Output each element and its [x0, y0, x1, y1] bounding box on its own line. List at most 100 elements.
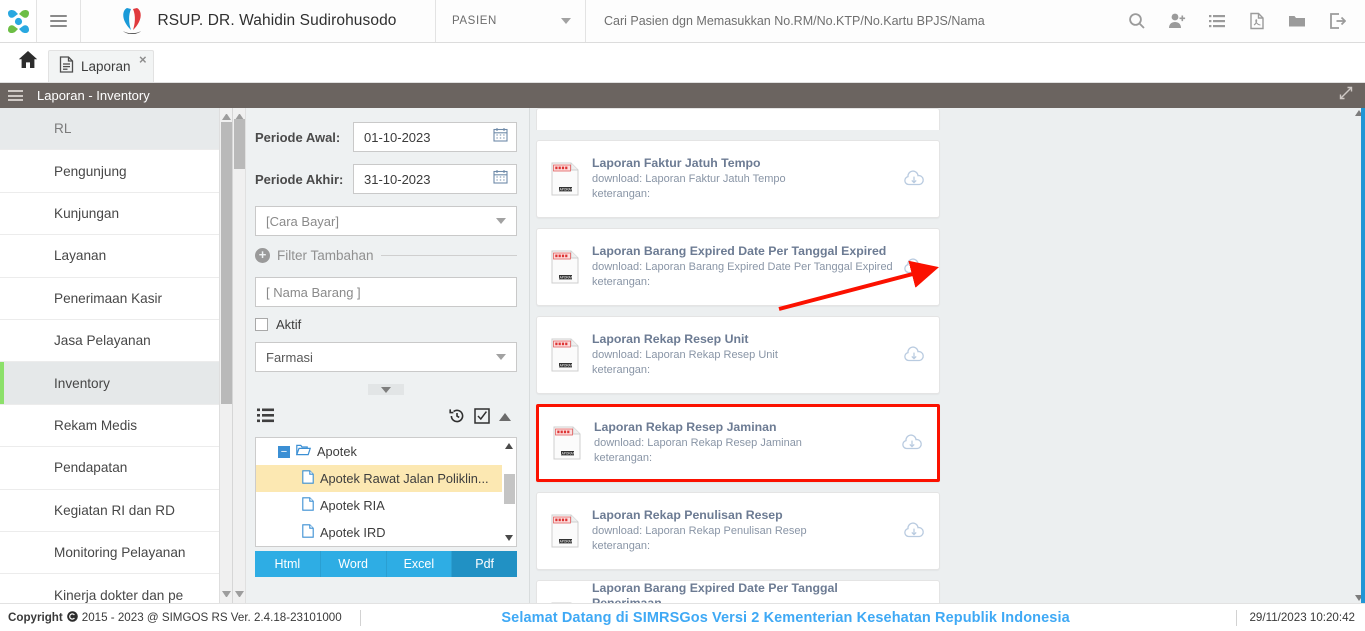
scroll-up-icon[interactable]: [505, 443, 513, 449]
report-title: Laporan Rekap Penulisan Resep: [592, 508, 783, 522]
export-word-button[interactable]: Word: [320, 551, 387, 577]
scroll-up-icon[interactable]: [222, 111, 231, 120]
periode-akhir-input[interactable]: 31-10-2023: [353, 164, 517, 194]
document-icon: [59, 55, 74, 78]
report-document-icon: LAPORAN: [551, 338, 579, 372]
report-card-laporan-rekap-resep-unit[interactable]: LAPORAN Laporan Rekap Resep Unit downloa…: [536, 316, 940, 394]
report-card-partial[interactable]: [536, 108, 940, 130]
sidebar-item-jasa-pelayanan[interactable]: Jasa Pelayanan: [0, 319, 232, 363]
cloud-download-icon[interactable]: [899, 433, 925, 453]
app-logo[interactable]: [0, 0, 37, 42]
report-card-laporan-rekap-resep-jaminan[interactable]: LAPORAN Laporan Rekap Resep Jaminan down…: [536, 404, 940, 482]
report-document-icon: LAPORAN: [553, 426, 581, 460]
patient-type-selector[interactable]: PASIEN: [436, 0, 586, 42]
sidebar-item-pendapatan[interactable]: Pendapatan: [0, 447, 232, 490]
expand-icon[interactable]: [1339, 86, 1353, 105]
filter-scrollbar[interactable]: [233, 108, 246, 603]
folder-icon[interactable]: [1277, 0, 1317, 43]
export-html-button[interactable]: Html: [255, 551, 321, 577]
cloud-download-icon[interactable]: [901, 521, 927, 541]
collapse-node-icon[interactable]: −: [278, 445, 290, 458]
report-keterangan: keterangan:: [594, 452, 653, 464]
patient-type-label: PASIEN: [452, 15, 497, 27]
sidebar-item-kunjungan[interactable]: Kunjungan: [0, 192, 232, 236]
logout-icon[interactable]: [1317, 0, 1357, 43]
report-card-laporan-faktur-jatuh-tempo[interactable]: LAPORAN Laporan Faktur Jatuh Tempo downl…: [536, 140, 940, 218]
tab-laporan[interactable]: Laporan ×: [48, 50, 154, 82]
search-input[interactable]: [604, 14, 1117, 28]
sidebar-item-rl[interactable]: RL: [0, 108, 232, 151]
aktif-checkbox[interactable]: [255, 318, 268, 331]
plus-circle-icon[interactable]: +: [255, 248, 270, 263]
scroll-down-icon[interactable]: [222, 591, 231, 600]
calendar-icon[interactable]: [493, 169, 508, 189]
hamburger-icon: [50, 12, 67, 30]
tree-node-apotek-rawat-jalan[interactable]: Apotek Rawat Jalan Poliklin...: [256, 465, 516, 492]
list-icon[interactable]: [257, 408, 274, 428]
periode-akhir-row: Periode Akhir: 31-10-2023: [255, 164, 517, 194]
sidebar-item-inventory[interactable]: Inventory: [0, 362, 232, 405]
sidebar-item-penerimaan-kasir[interactable]: Penerimaan Kasir: [0, 277, 232, 320]
sidebar-item-label: Layanan: [54, 248, 107, 264]
aktif-label: Aktif: [276, 317, 302, 332]
calendar-icon[interactable]: [493, 127, 508, 147]
tree-node-apotek-ird[interactable]: Apotek IRD: [256, 519, 516, 546]
filter-panel: Periode Awal: 01-10-2023 Periode Akhir: …: [233, 108, 530, 603]
tree-node-apotek-ria[interactable]: Apotek RIA: [256, 492, 516, 519]
check-square-icon[interactable]: [474, 407, 490, 429]
report-card-laporan-barang-expired-date-per-tanggal-expired[interactable]: LAPORAN Laporan Barang Expired Date Per …: [536, 228, 940, 306]
divider: [1236, 609, 1238, 626]
sidebar-item-rekam-medis[interactable]: Rekam Medis: [0, 404, 232, 448]
scrollbar-thumb[interactable]: [234, 119, 245, 169]
svg-text:LAPORAN: LAPORAN: [558, 187, 574, 191]
hospital-name: RSUP. DR. Wahidin Sudirohusodo: [157, 12, 397, 29]
report-download: download: Laporan Rekap Penulisan Resep: [592, 525, 807, 537]
close-icon[interactable]: ×: [139, 53, 147, 66]
copyright-icon: [66, 610, 78, 625]
scrollbar-thumb[interactable]: [221, 122, 232, 404]
caret-up-icon[interactable]: [499, 409, 511, 427]
copyright-text: 2015 - 2023 @ SIMGOS RS Ver. 2.4.18-2310…: [81, 611, 342, 624]
sidebar-item-pengunjung[interactable]: Pengunjung: [0, 150, 232, 193]
report-row-partial-top: [536, 108, 1351, 130]
aktif-checkbox-row[interactable]: Aktif: [255, 317, 517, 332]
pdf-icon[interactable]: [1237, 0, 1277, 43]
report-card-laporan-barang-expired-date-per-tanggal-penerimaan[interactable]: LAPORAN Laporan Barang Expired Date Per …: [536, 580, 940, 603]
periode-akhir-value: 31-10-2023: [364, 171, 431, 187]
report-download: download: Laporan Rekap Resep Unit: [592, 349, 778, 361]
sidebar-scrollbar[interactable]: [219, 108, 232, 603]
periode-awal-input[interactable]: 01-10-2023: [353, 122, 517, 152]
cloud-download-icon[interactable]: [901, 169, 927, 189]
home-tab-button[interactable]: [8, 42, 48, 82]
hamburger-icon[interactable]: [8, 88, 23, 104]
sidebar-item-layanan[interactable]: Layanan: [0, 235, 232, 278]
scroll-down-icon[interactable]: [235, 591, 244, 600]
sidebar-toggle-button[interactable]: [37, 0, 81, 42]
nama-barang-input[interactable]: [ Nama Barang ]: [255, 277, 517, 307]
sidebar-item-monitoring-pelayanan[interactable]: Monitoring Pelayanan: [0, 531, 232, 575]
filter-tambahan-divider[interactable]: + Filter Tambahan: [255, 248, 517, 263]
filter-collapse-button[interactable]: [368, 384, 404, 395]
tree-node-apotek[interactable]: − Apotek: [256, 438, 516, 465]
sidebar-nav: RL Pengunjung Kunjungan Layanan Penerima…: [0, 108, 233, 603]
export-excel-button[interactable]: Excel: [386, 551, 453, 577]
header-actions: [1117, 0, 1365, 42]
unit-select[interactable]: Farmasi: [255, 342, 517, 372]
scrollbar-thumb[interactable]: [504, 474, 515, 504]
report-card-laporan-rekap-penulisan-resep[interactable]: LAPORAN Laporan Rekap Penulisan Resep do…: [536, 492, 940, 570]
history-refresh-icon[interactable]: [449, 408, 465, 429]
scroll-down-icon[interactable]: [505, 535, 513, 541]
search-icon[interactable]: [1117, 0, 1157, 43]
sidebar-item-kinerja-dokter[interactable]: Kinerja dokter dan pe: [0, 574, 232, 603]
tree-scrollbar[interactable]: [502, 438, 516, 546]
unit-tree: − Apotek Apotek Rawat Jalan Poliklin...: [255, 437, 517, 547]
tree-toolbar: [255, 403, 517, 433]
cloud-download-icon[interactable]: [901, 345, 927, 365]
cloud-download-icon[interactable]: [901, 257, 927, 277]
cara-bayar-select[interactable]: [Cara Bayar]: [255, 206, 517, 236]
sidebar-item-label: Penerimaan Kasir: [54, 290, 163, 306]
export-pdf-button[interactable]: Pdf: [452, 551, 517, 577]
sidebar-item-kegiatan-ri-dan-rd[interactable]: Kegiatan RI dan RD: [0, 489, 232, 532]
list-icon[interactable]: [1197, 0, 1237, 43]
add-user-icon[interactable]: [1157, 0, 1197, 43]
